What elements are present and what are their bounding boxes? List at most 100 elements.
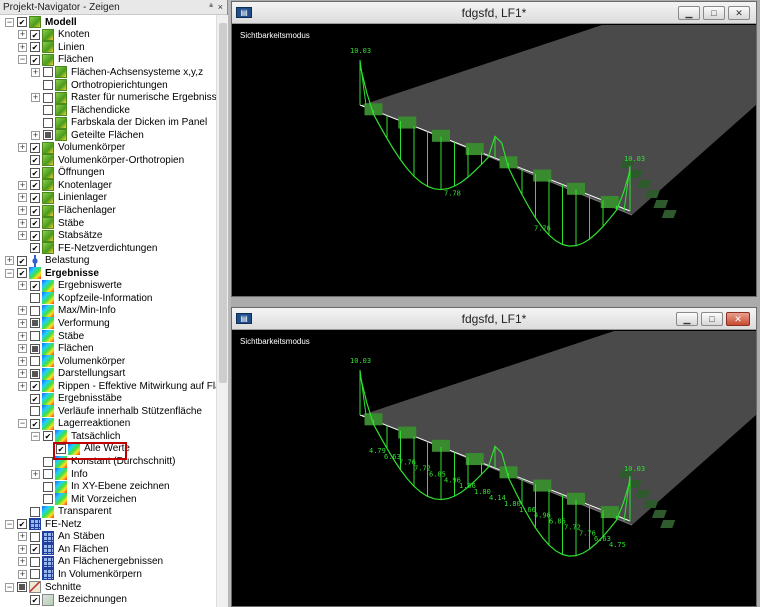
tree-item[interactable]: Flächendicke xyxy=(31,104,130,117)
visibility-checkbox[interactable] xyxy=(30,293,40,304)
visibility-checkbox[interactable] xyxy=(17,268,27,279)
expand-icon[interactable]: + xyxy=(18,231,27,241)
visibility-checkbox[interactable] xyxy=(30,205,40,216)
tree-item[interactable]: + Max/Min-Info xyxy=(18,304,116,318)
tree-item[interactable]: + Rippen - Effektive Mitwirkung auf Fläch… xyxy=(18,380,216,393)
view-window-2-titlebar[interactable]: ▤ fdgsfd, LF1* ▁ □ ✕ xyxy=(232,308,756,330)
expand-icon[interactable]: + xyxy=(18,281,27,291)
visibility-checkbox[interactable] xyxy=(30,381,40,392)
visibility-checkbox[interactable] xyxy=(43,456,53,467)
tree-item[interactable]: + Verformung xyxy=(18,317,110,330)
tree-item[interactable]: Mit Vorzeichen xyxy=(31,493,137,506)
visibility-checkbox[interactable] xyxy=(30,192,40,203)
visibility-checkbox[interactable] xyxy=(30,155,40,166)
expand-icon[interactable]: + xyxy=(18,557,27,567)
expand-icon[interactable]: + xyxy=(18,318,27,328)
visibility-checkbox[interactable] xyxy=(30,243,40,254)
collapse-icon[interactable]: − xyxy=(18,55,27,65)
navigator-scrollbar[interactable] xyxy=(216,15,228,607)
visibility-checkbox[interactable] xyxy=(30,331,40,342)
expand-icon[interactable]: + xyxy=(18,206,27,216)
expand-icon[interactable]: + xyxy=(5,256,14,266)
tree-item[interactable]: Öffnungen xyxy=(18,166,105,180)
tree-item[interactable]: + Belastung xyxy=(5,254,89,267)
expand-icon[interactable]: + xyxy=(18,193,27,203)
expand-icon[interactable]: + xyxy=(31,130,40,140)
tree-item[interactable]: + Stabsätze xyxy=(18,229,102,242)
expand-icon[interactable]: + xyxy=(18,30,27,40)
tree-item[interactable]: + An Flächen xyxy=(18,543,109,556)
visibility-checkbox[interactable] xyxy=(43,80,53,91)
visibility-checkbox[interactable] xyxy=(43,105,53,116)
expand-icon[interactable]: + xyxy=(31,469,40,479)
visibility-checkbox[interactable] xyxy=(43,67,53,78)
collapse-icon[interactable]: − xyxy=(31,431,40,441)
visibility-checkbox[interactable] xyxy=(43,431,53,442)
visibility-checkbox[interactable] xyxy=(30,368,40,379)
visibility-checkbox[interactable] xyxy=(43,481,53,492)
expand-icon[interactable]: + xyxy=(18,344,27,354)
tree-item[interactable]: Kopfzeile-Information xyxy=(18,292,153,305)
expand-icon[interactable]: + xyxy=(18,532,27,542)
expand-icon[interactable]: + xyxy=(18,180,27,190)
tree-item[interactable]: In XY-Ebene zeichnen xyxy=(31,480,170,493)
minimize-button[interactable]: ▁ xyxy=(678,6,700,20)
tree-item[interactable]: − Schnitte xyxy=(5,581,81,594)
tree-item[interactable]: + Knotenlager xyxy=(18,179,112,192)
tree-item[interactable]: + Stäbe xyxy=(18,217,84,230)
visibility-checkbox[interactable] xyxy=(43,469,53,480)
visibility-checkbox[interactable] xyxy=(17,582,27,593)
tree-item[interactable]: + Geteilte Flächen xyxy=(31,129,144,142)
visibility-checkbox[interactable] xyxy=(43,117,53,128)
expand-icon[interactable]: + xyxy=(18,218,27,228)
visibility-checkbox[interactable] xyxy=(43,130,53,141)
visibility-checkbox[interactable] xyxy=(30,418,40,429)
expand-icon[interactable]: + xyxy=(18,42,27,52)
collapse-icon[interactable]: − xyxy=(5,268,14,278)
tree-item[interactable]: Bezeichnungen xyxy=(18,593,127,606)
tree-item[interactable]: + Flächen-Achsensysteme x,y,z xyxy=(31,66,203,79)
tree-item[interactable]: + Flächenlager xyxy=(18,204,116,217)
expand-icon[interactable]: + xyxy=(18,381,27,391)
expand-icon[interactable]: + xyxy=(31,93,40,103)
visibility-checkbox[interactable] xyxy=(30,29,40,40)
visibility-checkbox[interactable] xyxy=(17,255,27,266)
collapse-icon[interactable]: − xyxy=(5,17,14,27)
visibility-checkbox[interactable] xyxy=(30,569,40,580)
tree-item[interactable]: + Knoten xyxy=(18,28,90,42)
tree-item[interactable]: − Ergebnisse xyxy=(5,267,99,280)
tree-item[interactable]: + An Stäben xyxy=(18,530,105,544)
visibility-checkbox[interactable] xyxy=(43,494,53,505)
visibility-checkbox[interactable] xyxy=(17,519,27,530)
visibility-checkbox[interactable] xyxy=(30,42,40,53)
tree-item[interactable]: − Lagerreaktionen xyxy=(18,417,130,431)
tree-item[interactable]: + Volumenkörper xyxy=(18,141,125,155)
tree-item[interactable]: − FE-Netz xyxy=(5,518,82,531)
visibility-checkbox[interactable] xyxy=(30,142,40,153)
collapse-icon[interactable]: − xyxy=(5,582,14,592)
tree-item[interactable]: + Linien xyxy=(18,41,85,54)
visibility-checkbox[interactable] xyxy=(30,594,40,605)
maximize-button[interactable]: □ xyxy=(701,312,723,326)
tree-item[interactable]: − Flächen xyxy=(18,53,94,67)
tree-item[interactable]: Transparent xyxy=(18,505,112,518)
visibility-checkbox[interactable] xyxy=(30,305,40,316)
expand-icon[interactable]: + xyxy=(18,143,27,153)
scrollbar-thumb[interactable] xyxy=(219,23,227,383)
tree-item[interactable]: Ergebnisstäbe xyxy=(18,392,122,406)
maximize-button[interactable]: □ xyxy=(703,6,725,20)
tree-item[interactable]: Farbskala der Dicken im Panel xyxy=(31,116,207,129)
visibility-checkbox[interactable] xyxy=(30,230,40,241)
tree-item[interactable]: FE-Netzverdichtungen xyxy=(18,242,158,255)
visibility-checkbox[interactable] xyxy=(30,343,40,354)
tree-item[interactable]: Volumenkörper-Orthotropien xyxy=(18,154,184,167)
visibility-checkbox[interactable] xyxy=(30,167,40,178)
tree-item[interactable]: + Stäbe xyxy=(18,330,84,343)
visibility-checkbox[interactable] xyxy=(30,556,40,567)
tree-item[interactable]: + An Flächenergebnissen xyxy=(18,555,163,569)
visibility-checkbox[interactable] xyxy=(30,531,40,542)
tree-item[interactable]: + Info xyxy=(31,468,88,481)
visibility-checkbox[interactable] xyxy=(30,318,40,329)
visibility-checkbox[interactable] xyxy=(30,280,40,291)
collapse-icon[interactable]: − xyxy=(5,519,14,529)
